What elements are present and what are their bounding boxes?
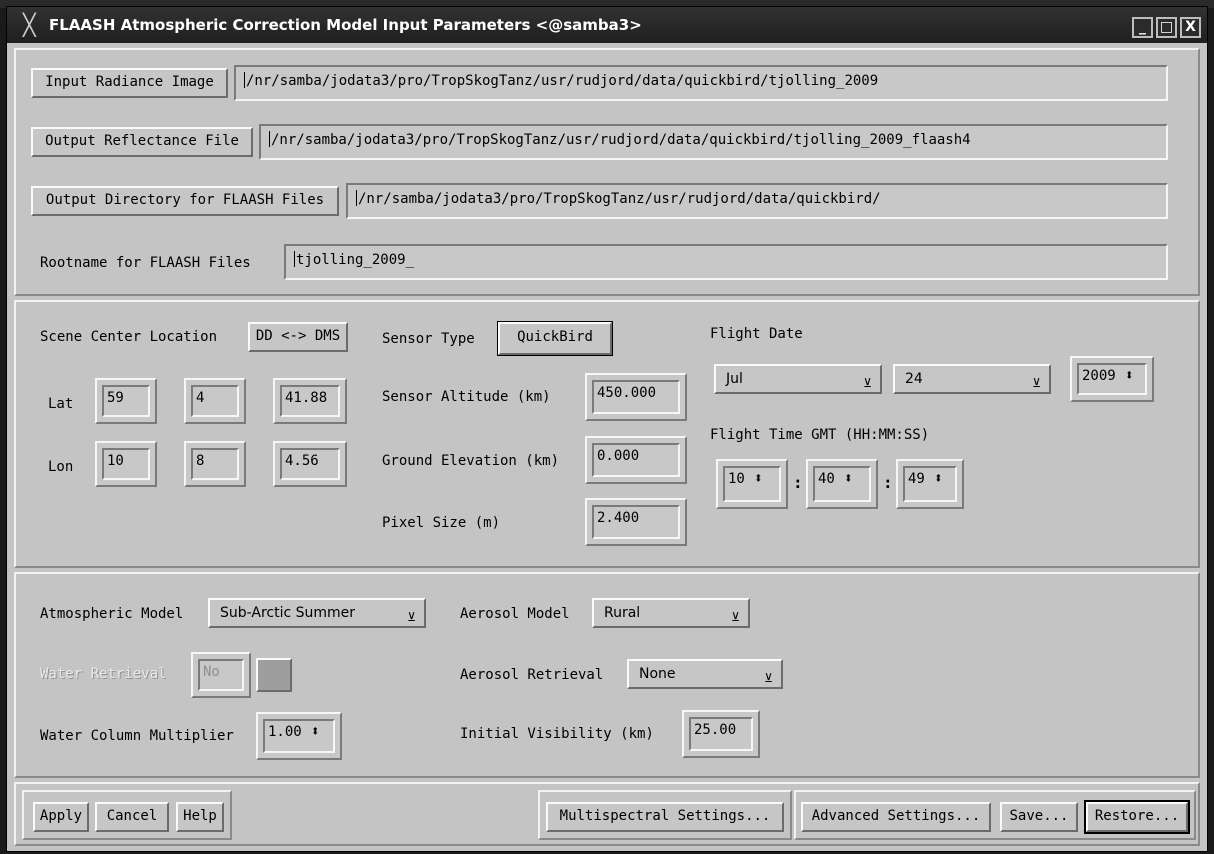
initial-visibility-text: 25.00 (689, 717, 753, 751)
advanced-settings-button[interactable]: Advanced Settings... (801, 802, 991, 832)
output-reflectance-path-text: /nr/samba/jodata3/pro/TropSkogTanz/usr/r… (271, 132, 971, 148)
flight-second-spinner[interactable]: 49 ⬍ (896, 459, 964, 509)
lat-degrees-text: 59 (102, 385, 150, 417)
minimize-icon[interactable]: _ (1132, 17, 1153, 38)
flight-month-dropdown[interactable]: Jul ⊻ (714, 364, 882, 394)
sensor-altitude-label: Sensor Altitude (km) (382, 389, 551, 405)
sensor-altitude-text: 450.000 (592, 380, 680, 414)
pixel-size-text: 2.400 (592, 505, 680, 539)
water-retrieval-label: Water Retrieval (40, 666, 167, 682)
apply-button[interactable]: Apply (33, 802, 89, 832)
time-separator: : (883, 473, 893, 492)
multispectral-settings-button[interactable]: Multispectral Settings... (546, 802, 784, 832)
initial-visibility-field[interactable]: 25.00 (682, 710, 760, 758)
lon-minutes-text: 8 (191, 448, 239, 480)
flight-month-value: Jul (726, 371, 743, 387)
output-reflectance-path-field[interactable]: /nr/samba/jodata3/pro/TropSkogTanz/usr/r… (259, 124, 1168, 160)
lat-degrees-field[interactable]: 59 (95, 378, 157, 424)
lat-seconds-text: 41.88 (280, 385, 340, 417)
initial-visibility-label: Initial Visibility (km) (460, 726, 654, 742)
save-button[interactable]: Save... (1000, 802, 1078, 832)
lat-minutes-field[interactable]: 4 (184, 378, 246, 424)
flight-year-spinner[interactable]: 2009 ⬍ (1070, 356, 1154, 402)
rootname-label: Rootname for FLAASH Files (40, 255, 251, 271)
spin-arrows-icon[interactable]: ⬍ (745, 469, 763, 487)
water-column-multiplier-text: 1.00 (268, 724, 302, 740)
input-radiance-path-field[interactable]: /nr/samba/jodata3/pro/TropSkogTanz/usr/r… (234, 65, 1168, 101)
flight-day-dropdown[interactable]: 24 ⊻ (893, 364, 1051, 394)
spin-arrows-icon[interactable]: ⬍ (835, 469, 853, 487)
dd-dms-toggle-button[interactable]: DD <-> DMS (248, 322, 348, 352)
flight-year-text: 2009 (1082, 368, 1116, 384)
dropdown-arrow-icon: ⊻ (764, 671, 773, 685)
lat-label: Lat (48, 396, 74, 412)
ground-elevation-text: 0.000 (592, 443, 680, 477)
time-separator: : (793, 473, 803, 492)
window-title: FLAASH Atmospheric Correction Model Inpu… (49, 16, 642, 34)
output-directory-button[interactable]: Output Directory for FLAASH Files (31, 186, 339, 216)
dropdown-arrow-icon: ⊻ (1032, 376, 1041, 390)
dropdown-arrow-icon: ⊻ (731, 610, 740, 624)
aerosol-retrieval-label: Aerosol Retrieval (460, 667, 604, 683)
aerosol-model-dropdown[interactable]: Rural ⊻ (592, 598, 750, 628)
flight-hour-spinner[interactable]: 10 ⬍ (716, 459, 788, 509)
water-retrieval-field: No (191, 652, 251, 698)
flight-time-label: Flight Time GMT (HH:MM:SS) (710, 427, 930, 443)
flight-hour-text: 10 (728, 471, 745, 487)
dropdown-arrow-icon: ⊻ (863, 376, 872, 390)
atmospheric-model-dropdown[interactable]: Sub-Arctic Summer ⊻ (208, 598, 426, 628)
input-radiance-image-button[interactable]: Input Radiance Image (31, 68, 228, 98)
water-retrieval-toggle[interactable] (256, 658, 292, 692)
cancel-button[interactable]: Cancel (95, 802, 169, 832)
water-column-multiplier-label: Water Column Multiplier (40, 728, 234, 744)
pixel-size-label: Pixel Size (m) (382, 515, 501, 531)
flight-minute-spinner[interactable]: 40 ⬍ (806, 459, 878, 509)
lon-label: Lon (48, 459, 74, 475)
rootname-field[interactable]: tjolling_2009_ (284, 244, 1168, 280)
water-retrieval-text: No (198, 659, 244, 691)
water-column-multiplier-spinner[interactable]: 1.00 ⬍ (256, 712, 342, 760)
atmospheric-model-label: Atmospheric Model (40, 606, 184, 622)
sensor-altitude-field[interactable]: 450.000 (585, 373, 687, 421)
lon-seconds-text: 4.56 (280, 448, 340, 480)
dropdown-arrow-icon: ⊻ (407, 610, 416, 624)
output-directory-path-text: /nr/samba/jodata3/pro/TropSkogTanz/usr/r… (358, 191, 881, 207)
input-radiance-path-text: /nr/samba/jodata3/pro/TropSkogTanz/usr/r… (246, 73, 879, 89)
output-directory-path-field[interactable]: /nr/samba/jodata3/pro/TropSkogTanz/usr/r… (346, 183, 1168, 219)
lon-seconds-field[interactable]: 4.56 (273, 441, 347, 487)
lon-minutes-field[interactable]: 8 (184, 441, 246, 487)
lat-minutes-text: 4 (191, 385, 239, 417)
help-button[interactable]: Help (176, 802, 224, 832)
rootname-text: tjolling_2009_ (296, 252, 415, 268)
close-icon[interactable]: X (1180, 17, 1201, 38)
aerosol-model-label: Aerosol Model (460, 606, 570, 622)
maximize-icon[interactable]: □ (1156, 17, 1177, 38)
spin-arrows-icon[interactable]: ⬍ (925, 469, 943, 487)
sensor-type-button[interactable]: QuickBird (497, 321, 613, 356)
sensor-type-label: Sensor Type (382, 331, 475, 347)
spin-arrows-icon[interactable]: ⬍ (1116, 366, 1134, 384)
flight-day-value: 24 (905, 371, 923, 387)
ground-elevation-label: Ground Elevation (km) (382, 453, 560, 469)
window-app-icon: ╳ (23, 13, 36, 37)
aerosol-retrieval-dropdown[interactable]: None ⊻ (627, 659, 783, 689)
aerosol-retrieval-value: None (639, 666, 676, 682)
flight-minute-text: 40 (818, 471, 835, 487)
aerosol-model-value: Rural (604, 605, 641, 621)
flight-second-text: 49 (908, 471, 925, 487)
lat-seconds-field[interactable]: 41.88 (273, 378, 347, 424)
ground-elevation-field[interactable]: 0.000 (585, 436, 687, 484)
flight-date-label: Flight Date (710, 326, 803, 342)
pixel-size-field[interactable]: 2.400 (585, 498, 687, 546)
output-reflectance-file-button[interactable]: Output Reflectance File (31, 127, 253, 157)
lon-degrees-text: 10 (102, 448, 150, 480)
spin-arrows-icon[interactable]: ⬍ (302, 722, 320, 740)
lon-degrees-field[interactable]: 10 (95, 441, 157, 487)
restore-button[interactable]: Restore... (1084, 800, 1190, 834)
atmospheric-model-value: Sub-Arctic Summer (220, 605, 356, 621)
title-bar[interactable]: ╳ FLAASH Atmospheric Correction Model In… (7, 7, 1207, 43)
scene-center-location-label: Scene Center Location (40, 329, 218, 345)
